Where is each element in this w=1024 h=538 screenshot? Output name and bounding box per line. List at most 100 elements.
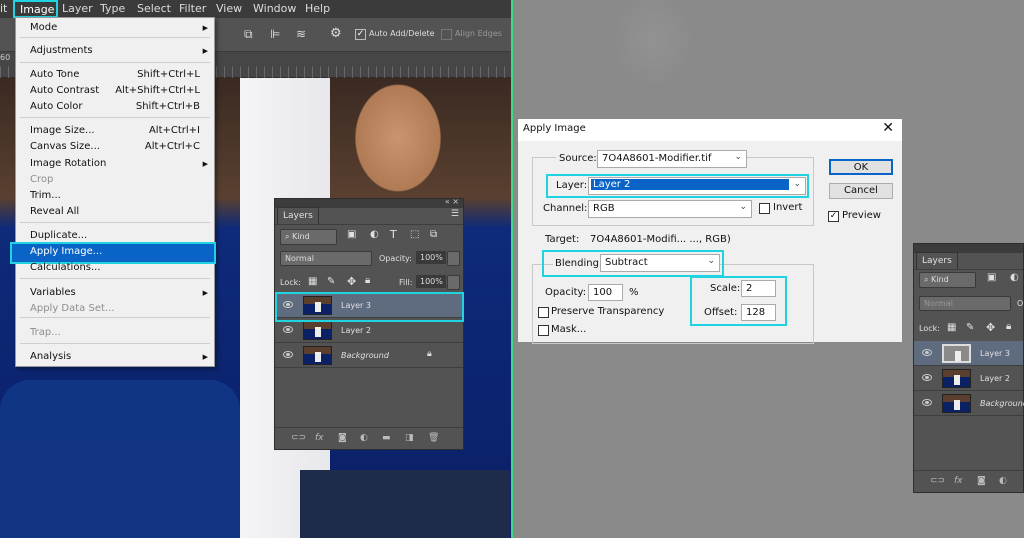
mask-checkbox[interactable]: [538, 325, 549, 336]
link-layers-icon[interactable]: ⊂⊃: [930, 476, 945, 486]
ok-button[interactable]: OK: [829, 159, 893, 175]
filter-kind-select[interactable]: ⌕ Kind: [280, 229, 337, 245]
menu-image[interactable]: Image: [13, 0, 58, 18]
filter-adjustment-icon[interactable]: ◐: [370, 229, 379, 240]
menu-type[interactable]: Type: [100, 2, 125, 15]
add-mask-icon[interactable]: ◙: [977, 476, 986, 486]
new-layer-icon[interactable]: ◨: [405, 433, 414, 443]
lock-move-icon[interactable]: ✥: [347, 275, 356, 288]
menu-item-auto-color[interactable]: Auto Color Shift+Ctrl+B: [16, 99, 214, 115]
visibility-eye-icon[interactable]: [922, 349, 932, 356]
blend-mode-select[interactable]: Normal: [919, 296, 1011, 311]
panel-menu-icon[interactable]: ☰: [451, 209, 459, 219]
menu-help[interactable]: Help: [305, 2, 330, 15]
opacity-input[interactable]: 100: [588, 284, 623, 301]
menu-item-adjustments[interactable]: Adjustments ▶: [16, 43, 214, 59]
link-layers-icon[interactable]: ⊂⊃: [291, 433, 306, 443]
mask-label: Mask...: [551, 324, 587, 335]
source-select[interactable]: 7O4A8601-Modifier.tif ⌄: [597, 150, 747, 168]
layers-tab[interactable]: Layers: [916, 252, 958, 269]
preview-checkbox[interactable]: ✓: [828, 211, 839, 222]
adjustment-layer-icon[interactable]: ◐: [999, 476, 1007, 486]
lock-move-icon[interactable]: ✥: [986, 321, 995, 334]
menu-item-auto-contrast[interactable]: Auto Contrast Alt+Shift+Ctrl+L: [16, 83, 214, 99]
menu-item-trap[interactable]: Trap...: [16, 325, 214, 341]
filter-pixel-icon[interactable]: ▣: [347, 229, 356, 240]
visibility-eye-icon[interactable]: [922, 399, 932, 406]
menu-item-image-size[interactable]: Image Size... Alt+Ctrl+I: [16, 123, 214, 139]
lock-transparent-icon[interactable]: ▦: [947, 322, 956, 333]
invert-checkbox[interactable]: [759, 203, 770, 214]
path-alignment-icon[interactable]: ⊫: [270, 27, 280, 41]
menu-separator: [20, 222, 210, 223]
menu-item-calculations[interactable]: Calculations...: [16, 260, 214, 276]
menu-item-analysis[interactable]: Analysis ▶: [16, 349, 214, 365]
kind-label: Kind: [292, 232, 310, 241]
layer-row-background[interactable]: Background 🔒︎: [275, 343, 463, 368]
channel-select[interactable]: RGB ⌄: [588, 200, 752, 218]
visibility-eye-icon[interactable]: [283, 351, 293, 358]
lock-brush-icon[interactable]: ✎: [966, 322, 974, 333]
menu-item-variables[interactable]: Variables ▶: [16, 285, 214, 301]
layer-name: Layer 3: [980, 349, 1010, 358]
layer-thumbnail: [303, 321, 332, 340]
menu-item-reveal-all[interactable]: Reveal All: [16, 204, 214, 220]
menu-item-apply-data-set[interactable]: Apply Data Set...: [16, 301, 214, 317]
menu-select[interactable]: Select: [137, 2, 171, 15]
opacity-dropdown[interactable]: [447, 251, 460, 266]
lock-brush-icon[interactable]: ✎: [327, 276, 335, 287]
menu-item-apply-image[interactable]: Apply Image...: [16, 244, 214, 260]
filter-shape-icon[interactable]: ⬚: [410, 229, 419, 240]
menu-item-trim[interactable]: Trim...: [16, 188, 214, 204]
group-folder-icon[interactable]: ▬: [382, 433, 391, 443]
menu-item-label: Calculations...: [30, 262, 101, 273]
menu-item-crop[interactable]: Crop: [16, 172, 214, 188]
auto-add-delete-checkbox[interactable]: ✓: [355, 29, 366, 40]
lock-all-icon[interactable]: 🔒︎: [1006, 321, 1011, 332]
fx-icon[interactable]: fx: [315, 433, 324, 443]
layer-row-layer-2[interactable]: Layer 2: [914, 366, 1023, 391]
fx-icon[interactable]: fx: [954, 476, 963, 486]
visibility-eye-icon[interactable]: [922, 374, 932, 381]
visibility-eye-icon[interactable]: [283, 326, 293, 333]
menu-item-mode[interactable]: Mode ▶: [16, 20, 214, 36]
menu-item-duplicate[interactable]: Duplicate...: [16, 228, 214, 244]
menu-item-label: Analysis: [30, 351, 72, 362]
filter-adjustment-icon[interactable]: ◐: [1010, 272, 1019, 283]
menu-edit-partial[interactable]: it: [0, 2, 7, 15]
path-arrangement-icon[interactable]: ≋: [296, 27, 306, 41]
path-operations-icon[interactable]: ⧉: [244, 27, 253, 42]
lock-transparent-icon[interactable]: ▦: [308, 276, 317, 287]
cancel-button[interactable]: Cancel: [829, 183, 893, 199]
layer-row-layer-3[interactable]: Layer 3: [914, 341, 1023, 366]
align-edges-checkbox[interactable]: [441, 29, 452, 40]
menu-layer[interactable]: Layer: [62, 2, 93, 15]
menu-item-canvas-size[interactable]: Canvas Size... Alt+Ctrl+C: [16, 139, 214, 155]
filter-pixel-icon[interactable]: ▣: [987, 272, 996, 283]
filter-kind-select[interactable]: ⌕ Kind: [919, 272, 976, 288]
layer-row-background[interactable]: Background: [914, 391, 1024, 416]
blend-mode-select[interactable]: Normal: [280, 251, 372, 266]
menu-filter[interactable]: Filter: [179, 2, 206, 15]
percent-label: %: [629, 287, 639, 298]
fill-dropdown[interactable]: [447, 275, 460, 290]
opacity-field[interactable]: 100%: [416, 251, 446, 264]
menu-window[interactable]: Window: [253, 2, 296, 15]
lock-all-icon[interactable]: 🔒︎: [365, 275, 370, 286]
add-mask-icon[interactable]: ◙: [338, 433, 347, 443]
filter-type-icon[interactable]: T: [390, 228, 397, 241]
preserve-transparency-checkbox[interactable]: [538, 307, 549, 318]
menu-item-image-rotation[interactable]: Image Rotation ▶: [16, 156, 214, 172]
menu-view[interactable]: View: [216, 2, 242, 15]
layers-tab[interactable]: Layers: [277, 207, 319, 224]
filter-smart-object-icon[interactable]: ⧉: [430, 229, 437, 240]
close-icon[interactable]: ✕: [882, 120, 894, 136]
menu-item-auto-tone[interactable]: Auto Tone Shift+Ctrl+L: [16, 67, 214, 83]
trash-icon[interactable]: 🗑︎: [428, 433, 439, 443]
fill-field[interactable]: 100%: [416, 275, 446, 288]
adjustment-layer-icon[interactable]: ◐: [360, 433, 368, 443]
invert-label: Invert: [773, 202, 803, 213]
gear-icon[interactable]: ⚙: [330, 26, 342, 41]
submenu-arrow-icon: ▶: [202, 353, 208, 361]
collapse-close-icon[interactable]: « ×: [445, 197, 459, 206]
